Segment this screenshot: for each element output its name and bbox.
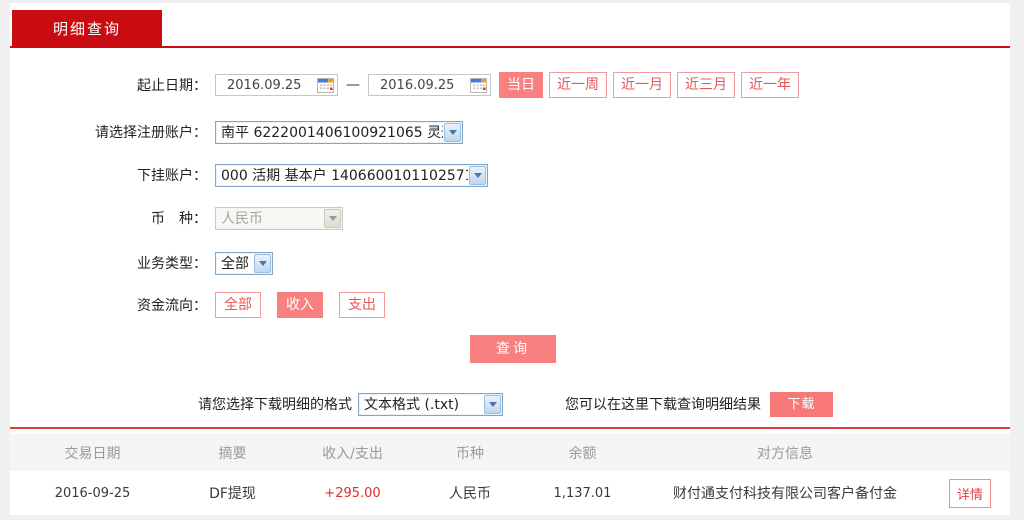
chevron-down-icon[interactable] <box>484 395 501 414</box>
cell-summary: DF提现 <box>175 483 290 503</box>
chevron-down-icon[interactable] <box>444 123 461 142</box>
quick-btn-last-3-months[interactable]: 近三月 <box>677 72 735 98</box>
tab-bar: 明细查询 <box>10 3 1010 48</box>
detail-query-panel: 明细查询 起止日期： <box>10 3 1010 513</box>
calendar-icon[interactable] <box>316 77 335 94</box>
start-date-field <box>215 74 338 96</box>
start-date-input[interactable] <box>216 78 316 93</box>
sub-account-label: 下挂账户： <box>10 165 215 185</box>
register-account-select[interactable]: 南平 6222001406100921065 灵通卡 <box>215 121 463 144</box>
currency-select: 人民币 <box>215 207 343 230</box>
register-account-row: 请选择注册账户： 南平 6222001406100921065 灵通卡 <box>10 118 1010 146</box>
cell-counterparty: 财付通支付科技有限公司客户备付金 <box>640 483 930 503</box>
header-balance: 余额 <box>525 443 640 463</box>
cell-trade-date: 2016-09-25 <box>10 486 175 501</box>
download-format-value: 文本格式 (.txt) <box>359 394 483 414</box>
business-type-select[interactable]: 全部 <box>215 252 273 275</box>
quick-date-buttons: 当日 近一周 近一月 近三月 近一年 <box>499 72 799 98</box>
chevron-down-icon[interactable] <box>469 166 486 185</box>
tab-detail-query[interactable]: 明细查询 <box>12 10 162 48</box>
fund-flow-buttons: 全部 收入 支出 <box>215 292 385 318</box>
currency-row: 币 种： 人民币 <box>10 204 1010 232</box>
date-range-row: 起止日期： <box>10 71 1010 99</box>
business-type-value: 全部 <box>216 253 253 273</box>
query-button[interactable]: 查询 <box>470 335 556 363</box>
cell-detail: 详情 <box>930 479 1010 508</box>
page-background: 明细查询 起止日期： <box>0 0 1024 520</box>
end-date-field <box>368 74 491 96</box>
tab-underline <box>10 46 1010 48</box>
currency-label: 币 种： <box>10 208 215 228</box>
header-income-expense: 收入/支出 <box>290 443 415 463</box>
chevron-down-icon[interactable] <box>254 254 271 273</box>
table-row: 2016-09-25 DF提现 +295.00 人民币 1,137.01 财付通… <box>10 471 1010 515</box>
download-format-select[interactable]: 文本格式 (.txt) <box>358 393 503 416</box>
header-trade-date: 交易日期 <box>10 443 175 463</box>
end-date-input[interactable] <box>369 78 469 93</box>
fund-flow-expense[interactable]: 支出 <box>339 292 385 318</box>
register-account-label: 请选择注册账户： <box>10 122 215 142</box>
quick-btn-last-month[interactable]: 近一月 <box>613 72 671 98</box>
header-summary: 摘要 <box>175 443 290 463</box>
date-range-label: 起止日期： <box>10 75 215 95</box>
register-account-value: 南平 6222001406100921065 灵通卡 <box>216 122 443 142</box>
table-header: 交易日期 摘要 收入/支出 币种 余额 对方信息 <box>10 434 1010 471</box>
table-top-divider <box>10 427 1010 429</box>
fund-flow-income[interactable]: 收入 <box>277 292 323 318</box>
quick-btn-today[interactable]: 当日 <box>499 72 543 98</box>
business-type-label: 业务类型： <box>10 253 215 273</box>
calendar-icon[interactable] <box>469 77 488 94</box>
fund-flow-all[interactable]: 全部 <box>215 292 261 318</box>
detail-button[interactable]: 详情 <box>949 479 991 508</box>
quick-btn-last-week[interactable]: 近一周 <box>549 72 607 98</box>
cell-balance: 1,137.01 <box>525 486 640 501</box>
fund-flow-row: 资金流向： 全部 收入 支出 <box>10 291 1010 319</box>
header-counterparty: 对方信息 <box>640 443 930 463</box>
sub-account-value: 000 活期 基本户 1406600101102571848 <box>216 165 468 185</box>
cell-currency: 人民币 <box>415 483 525 503</box>
quick-btn-last-year[interactable]: 近一年 <box>741 72 799 98</box>
chevron-down-icon <box>324 209 341 228</box>
sub-account-row: 下挂账户： 000 活期 基本户 1406600101102571848 <box>10 161 1010 189</box>
fund-flow-label: 资金流向： <box>10 295 215 315</box>
currency-value: 人民币 <box>216 208 323 228</box>
download-button[interactable]: 下载 <box>770 392 833 417</box>
cell-amount: +295.00 <box>290 486 415 501</box>
download-hint: 您可以在这里下载查询明细结果 <box>565 394 761 414</box>
business-type-row: 业务类型： 全部 <box>10 249 1010 277</box>
download-row: 请您选择下载明细的格式 文本格式 (.txt) 您可以在这里下载查询明细结果 下… <box>10 391 1010 417</box>
header-currency: 币种 <box>415 443 525 463</box>
sub-account-select[interactable]: 000 活期 基本户 1406600101102571848 <box>215 164 488 187</box>
date-range-separator: — <box>346 77 360 93</box>
download-format-label: 请您选择下载明细的格式 <box>10 394 352 414</box>
